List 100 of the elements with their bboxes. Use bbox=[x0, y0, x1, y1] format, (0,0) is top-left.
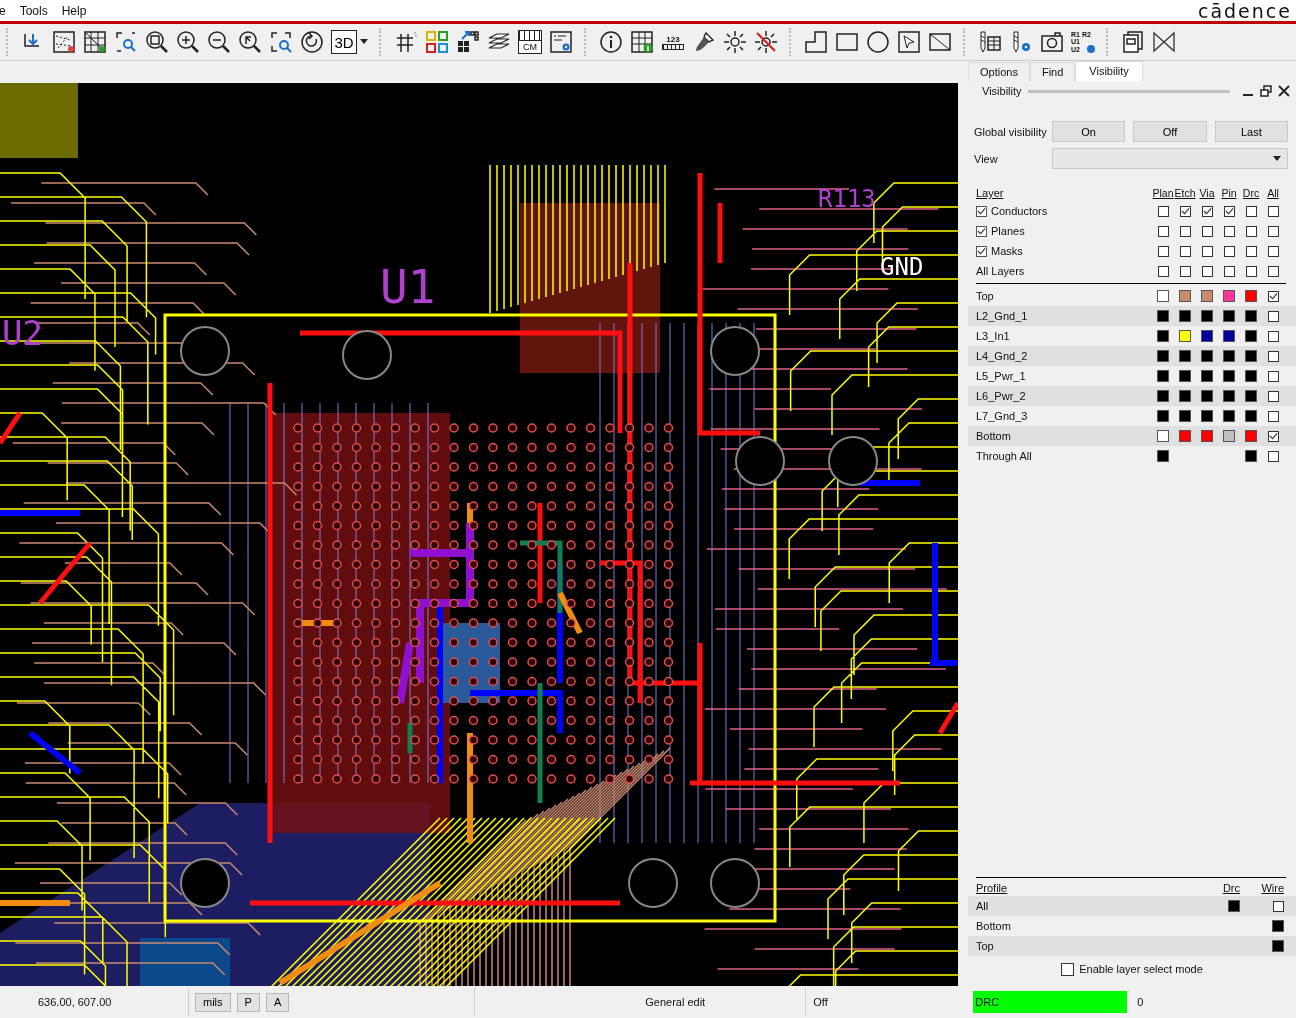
color-swatch[interactable] bbox=[1272, 920, 1284, 932]
color-swatch[interactable] bbox=[1179, 330, 1191, 342]
caret-icon[interactable] bbox=[360, 39, 368, 45]
color-swatch[interactable] bbox=[1201, 390, 1213, 402]
checkbox[interactable] bbox=[1157, 205, 1169, 217]
info-icon[interactable] bbox=[599, 30, 623, 54]
checkbox[interactable] bbox=[1179, 265, 1191, 277]
grid-icon[interactable] bbox=[394, 30, 418, 54]
float-window-icon[interactable] bbox=[1260, 85, 1272, 97]
column-header[interactable]: All bbox=[1262, 187, 1284, 199]
sun-crossed-icon[interactable] bbox=[754, 30, 778, 54]
color-swatch[interactable] bbox=[1157, 430, 1169, 442]
menu-item[interactable]: e bbox=[0, 3, 14, 18]
blocks-arrow-icon[interactable] bbox=[456, 30, 480, 54]
menu-item[interactable]: Help bbox=[55, 3, 95, 18]
color-swatch[interactable] bbox=[1245, 450, 1257, 462]
color-swatch[interactable] bbox=[1201, 350, 1213, 362]
column-header[interactable]: Layer bbox=[976, 187, 1152, 199]
color-swatch[interactable] bbox=[1201, 290, 1213, 302]
color-swatch[interactable] bbox=[1157, 370, 1169, 382]
checkbox[interactable] bbox=[1157, 225, 1169, 237]
zoom-fit-icon[interactable] bbox=[145, 30, 169, 54]
panel-tab[interactable]: Options bbox=[968, 62, 1030, 81]
column-header[interactable]: Drc bbox=[1240, 187, 1262, 199]
checkbox[interactable] bbox=[1267, 290, 1279, 302]
color-swatch[interactable] bbox=[1157, 350, 1169, 362]
grid-net-icon[interactable] bbox=[83, 30, 107, 54]
checkbox[interactable] bbox=[1267, 390, 1279, 402]
color-swatch[interactable] bbox=[1223, 310, 1235, 322]
color-swatch[interactable] bbox=[1201, 310, 1213, 322]
color-swatch[interactable] bbox=[1179, 390, 1191, 402]
color-swatch[interactable] bbox=[1223, 290, 1235, 302]
color-swatch[interactable] bbox=[1157, 390, 1169, 402]
color-swatch[interactable] bbox=[1179, 350, 1191, 362]
redraw-icon[interactable] bbox=[300, 30, 324, 54]
color-swatch[interactable] bbox=[1157, 410, 1169, 422]
color-swatch[interactable] bbox=[1179, 290, 1191, 302]
checkbox[interactable] bbox=[1267, 430, 1279, 442]
checkbox[interactable] bbox=[1267, 450, 1279, 462]
column-header[interactable]: Profile bbox=[976, 882, 1196, 894]
checkbox[interactable] bbox=[1061, 962, 1075, 976]
checkbox[interactable] bbox=[1267, 225, 1279, 237]
color-swatch[interactable] bbox=[1179, 410, 1191, 422]
checkbox[interactable] bbox=[1201, 225, 1213, 237]
checkbox[interactable] bbox=[1267, 370, 1279, 382]
sun-icon[interactable] bbox=[723, 30, 747, 54]
panel-tab[interactable]: Find bbox=[1029, 62, 1076, 81]
notebook-icon[interactable] bbox=[1121, 30, 1145, 54]
cursor-box-icon[interactable] bbox=[897, 30, 921, 54]
zoom-in-icon[interactable] bbox=[176, 30, 200, 54]
color-swatch[interactable] bbox=[1157, 330, 1169, 342]
checkbox[interactable] bbox=[976, 245, 987, 257]
checkbox[interactable] bbox=[1157, 245, 1169, 257]
color-swatch[interactable] bbox=[1201, 330, 1213, 342]
color-swatch[interactable] bbox=[1245, 290, 1257, 302]
3d-view-button[interactable]: 3D bbox=[331, 30, 357, 54]
color-swatch[interactable] bbox=[1179, 370, 1191, 382]
color-swatch[interactable] bbox=[1245, 430, 1257, 442]
visibility-button[interactable]: On bbox=[1052, 121, 1126, 142]
checkbox[interactable] bbox=[1223, 265, 1235, 277]
color-swatch[interactable] bbox=[1223, 430, 1235, 442]
color-swatch[interactable] bbox=[1245, 370, 1257, 382]
checkbox[interactable] bbox=[1179, 205, 1191, 217]
color-swatch[interactable] bbox=[1157, 290, 1169, 302]
window-gear-icon[interactable] bbox=[549, 30, 573, 54]
checkbox[interactable] bbox=[1245, 225, 1257, 237]
visibility-button[interactable]: Last bbox=[1214, 121, 1288, 142]
a-button[interactable]: A bbox=[265, 992, 290, 1012]
color-swatch[interactable] bbox=[1245, 350, 1257, 362]
checkbox[interactable] bbox=[1201, 245, 1213, 257]
color-swatch[interactable] bbox=[1245, 330, 1257, 342]
rectangle-icon[interactable] bbox=[835, 30, 859, 54]
checkbox[interactable] bbox=[1267, 310, 1279, 322]
checkbox[interactable] bbox=[1179, 225, 1191, 237]
bowtie-icon[interactable] bbox=[1152, 30, 1176, 54]
checkbox[interactable] bbox=[1267, 410, 1279, 422]
checkbox[interactable] bbox=[1201, 205, 1213, 217]
table-info-icon[interactable] bbox=[630, 30, 654, 54]
zoom-selection-icon[interactable] bbox=[269, 30, 293, 54]
panel-tab[interactable]: Visibility bbox=[1075, 61, 1143, 81]
menu-item[interactable]: Tools bbox=[13, 3, 56, 18]
p-button[interactable]: P bbox=[236, 992, 260, 1012]
color-swatch[interactable] bbox=[1223, 330, 1235, 342]
color-swatch[interactable] bbox=[1228, 900, 1240, 912]
column-header[interactable]: Plan bbox=[1152, 187, 1174, 199]
color-swatch[interactable] bbox=[1201, 430, 1213, 442]
color-swatch[interactable] bbox=[1179, 310, 1191, 322]
color-swatch[interactable] bbox=[1223, 390, 1235, 402]
drill-table-icon[interactable] bbox=[978, 30, 1002, 54]
color-swatch[interactable] bbox=[1201, 410, 1213, 422]
zoom-previous-icon[interactable] bbox=[238, 30, 262, 54]
column-header[interactable]: Via bbox=[1196, 187, 1218, 199]
color-swatch[interactable] bbox=[1157, 310, 1169, 322]
checkbox[interactable] bbox=[1267, 205, 1279, 217]
color-swatch[interactable] bbox=[1201, 370, 1213, 382]
grid-table-icon[interactable]: CM bbox=[518, 30, 542, 54]
ratsnest-icon[interactable] bbox=[52, 30, 76, 54]
checkbox[interactable] bbox=[1267, 265, 1279, 277]
close-icon[interactable] bbox=[1278, 85, 1290, 97]
checkbox[interactable] bbox=[1267, 350, 1279, 362]
